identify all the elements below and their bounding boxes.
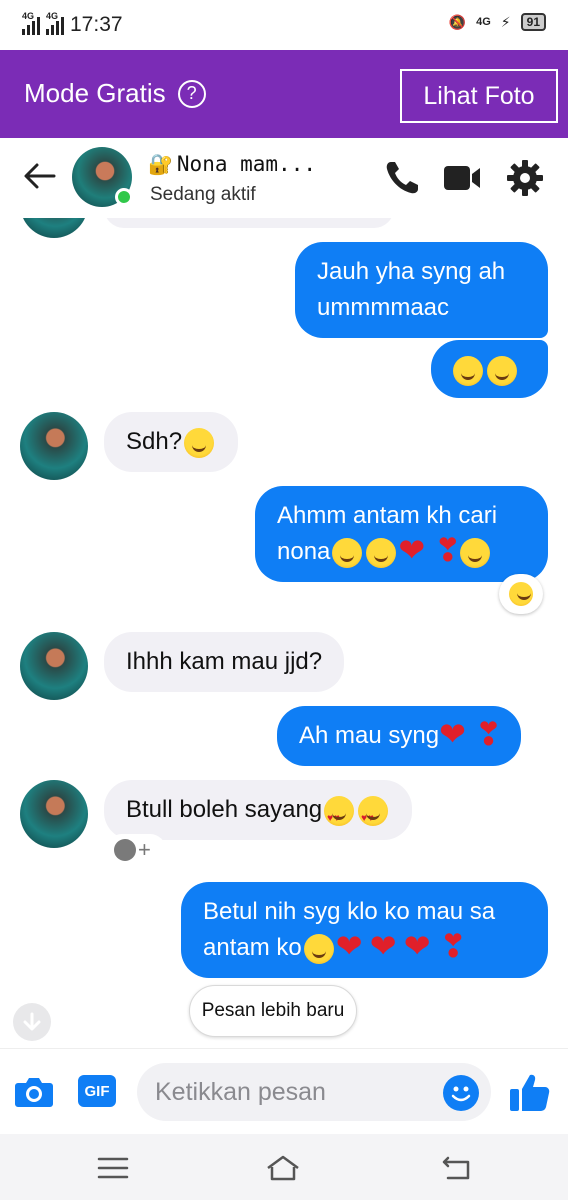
status-right: 🔕 4G ⚡ 91 [449, 13, 546, 31]
avatar[interactable] [20, 218, 88, 238]
avatar[interactable] [20, 632, 88, 700]
emoji-button[interactable] [443, 1075, 479, 1111]
clock: 17:37 [70, 13, 123, 36]
chat-header: 🔐 Nona mam... Sedang aktif [0, 138, 568, 218]
add-reaction-plus: + [138, 837, 151, 862]
gif-button[interactable]: GIF [78, 1075, 116, 1107]
battery-icon: 91 [520, 13, 546, 31]
message-text: Ihhh kam mau jjd? [126, 648, 323, 675]
network-label: 4G [476, 16, 491, 28]
home-icon[interactable] [266, 1154, 300, 1182]
heart-emoji-icon [398, 532, 430, 568]
heart-eyes-emoji-icon [358, 795, 389, 837]
smiley-icon [114, 839, 136, 861]
heart-exclamation-emoji-icon [434, 532, 461, 568]
free-mode-banner: Mode Gratis ? Lihat Foto [0, 50, 568, 138]
smiley-icon [451, 1086, 471, 1102]
online-indicator [115, 188, 133, 206]
message-bubble-outgoing[interactable]: Ahmm antam kh cari nona [255, 486, 548, 582]
heart-exclamation-emoji-icon [440, 928, 467, 964]
mute-icon: 🔕 [448, 13, 467, 30]
message-text: Ah mau syng [299, 722, 440, 749]
add-reaction-button[interactable]: + [106, 834, 166, 866]
heart-emoji-icon [404, 928, 436, 964]
newer-messages-button[interactable]: Pesan lebih baru [189, 985, 357, 1037]
shocked-emoji-icon [460, 537, 491, 568]
message-bubble-outgoing[interactable] [431, 340, 548, 398]
message-input[interactable] [155, 1073, 435, 1111]
composer: GIF [0, 1048, 568, 1134]
back-icon[interactable] [440, 1154, 474, 1182]
message-input-box[interactable] [137, 1063, 491, 1121]
thumbs-up-icon[interactable] [508, 1071, 550, 1113]
key-icon: 🔐 [148, 152, 173, 176]
view-photos-button[interactable]: Lihat Foto [400, 69, 558, 123]
arrow-down-icon [23, 1012, 41, 1031]
back-arrow-icon[interactable] [22, 158, 58, 194]
shocked-emoji-icon [303, 933, 334, 964]
status-bar: 4G 4G 17:37 🔕 4G ⚡ 91 [0, 0, 568, 50]
grinning-emoji-icon [184, 427, 215, 458]
message-bubble-outgoing[interactable]: Jauh yha syng ah ummmmaac [295, 242, 548, 338]
signal-icon-2: 4G [46, 11, 64, 35]
heart-eyes-emoji-icon [324, 795, 355, 837]
heart-exclamation-emoji-icon [475, 716, 502, 752]
scroll-down-button[interactable] [13, 1003, 51, 1041]
status-left: 4G 4G 17:37 [22, 11, 123, 37]
message-bubble-incoming[interactable]: Btull boleh sayang [104, 780, 413, 840]
avatar[interactable] [20, 780, 88, 848]
charging-icon: ⚡ [500, 13, 511, 30]
menu-icon[interactable] [96, 1154, 130, 1182]
avatar[interactable] [20, 412, 88, 480]
message-bubble-outgoing[interactable]: Ah mau syng [277, 706, 522, 766]
contact-name-text: Nona mam... [176, 152, 316, 176]
video-call-icon[interactable] [442, 158, 482, 198]
banner-title: Mode Gratis ? [24, 78, 206, 109]
message-text: Btull boleh sayang [126, 796, 323, 823]
laughing-emoji-icon [509, 582, 533, 606]
reaction-badge[interactable] [499, 574, 543, 614]
help-icon[interactable]: ? [177, 79, 206, 108]
system-nav-bar [0, 1134, 568, 1200]
gear-icon[interactable] [505, 158, 545, 198]
message-text: Sdh? [126, 428, 183, 455]
laughing-emoji-icon [487, 355, 517, 386]
message-bubble-incoming[interactable]: Ihhh kam mau jjd? [104, 632, 345, 692]
message-bubble-incoming[interactable]: Sdh? [104, 412, 239, 472]
message-text: Jauh yha syng ah ummmmaac [317, 258, 506, 321]
heart-emoji-icon [336, 928, 368, 964]
signal-icon: 4G [22, 11, 40, 35]
contact-name[interactable]: 🔐 Nona mam... [148, 152, 316, 176]
heart-emoji-icon [439, 716, 471, 752]
message-bubble-outgoing[interactable]: Betul nih syg klo ko mau sa antam ko [181, 882, 548, 978]
heart-emoji-icon [370, 928, 402, 964]
laughing-emoji-icon [332, 537, 363, 568]
banner-title-text: Mode Gratis [24, 78, 166, 108]
message-list[interactable]: Jauh yha syng ah ummmmaac Sdh? Ahmm anta… [0, 218, 568, 1048]
camera-icon[interactable] [14, 1073, 54, 1109]
smiling-emoji-icon [366, 537, 397, 568]
message-bubble-incoming[interactable] [104, 218, 394, 228]
active-status: Sedang aktif [150, 184, 256, 205]
smiling-emoji-icon [453, 355, 483, 386]
phone-icon[interactable] [382, 158, 422, 198]
